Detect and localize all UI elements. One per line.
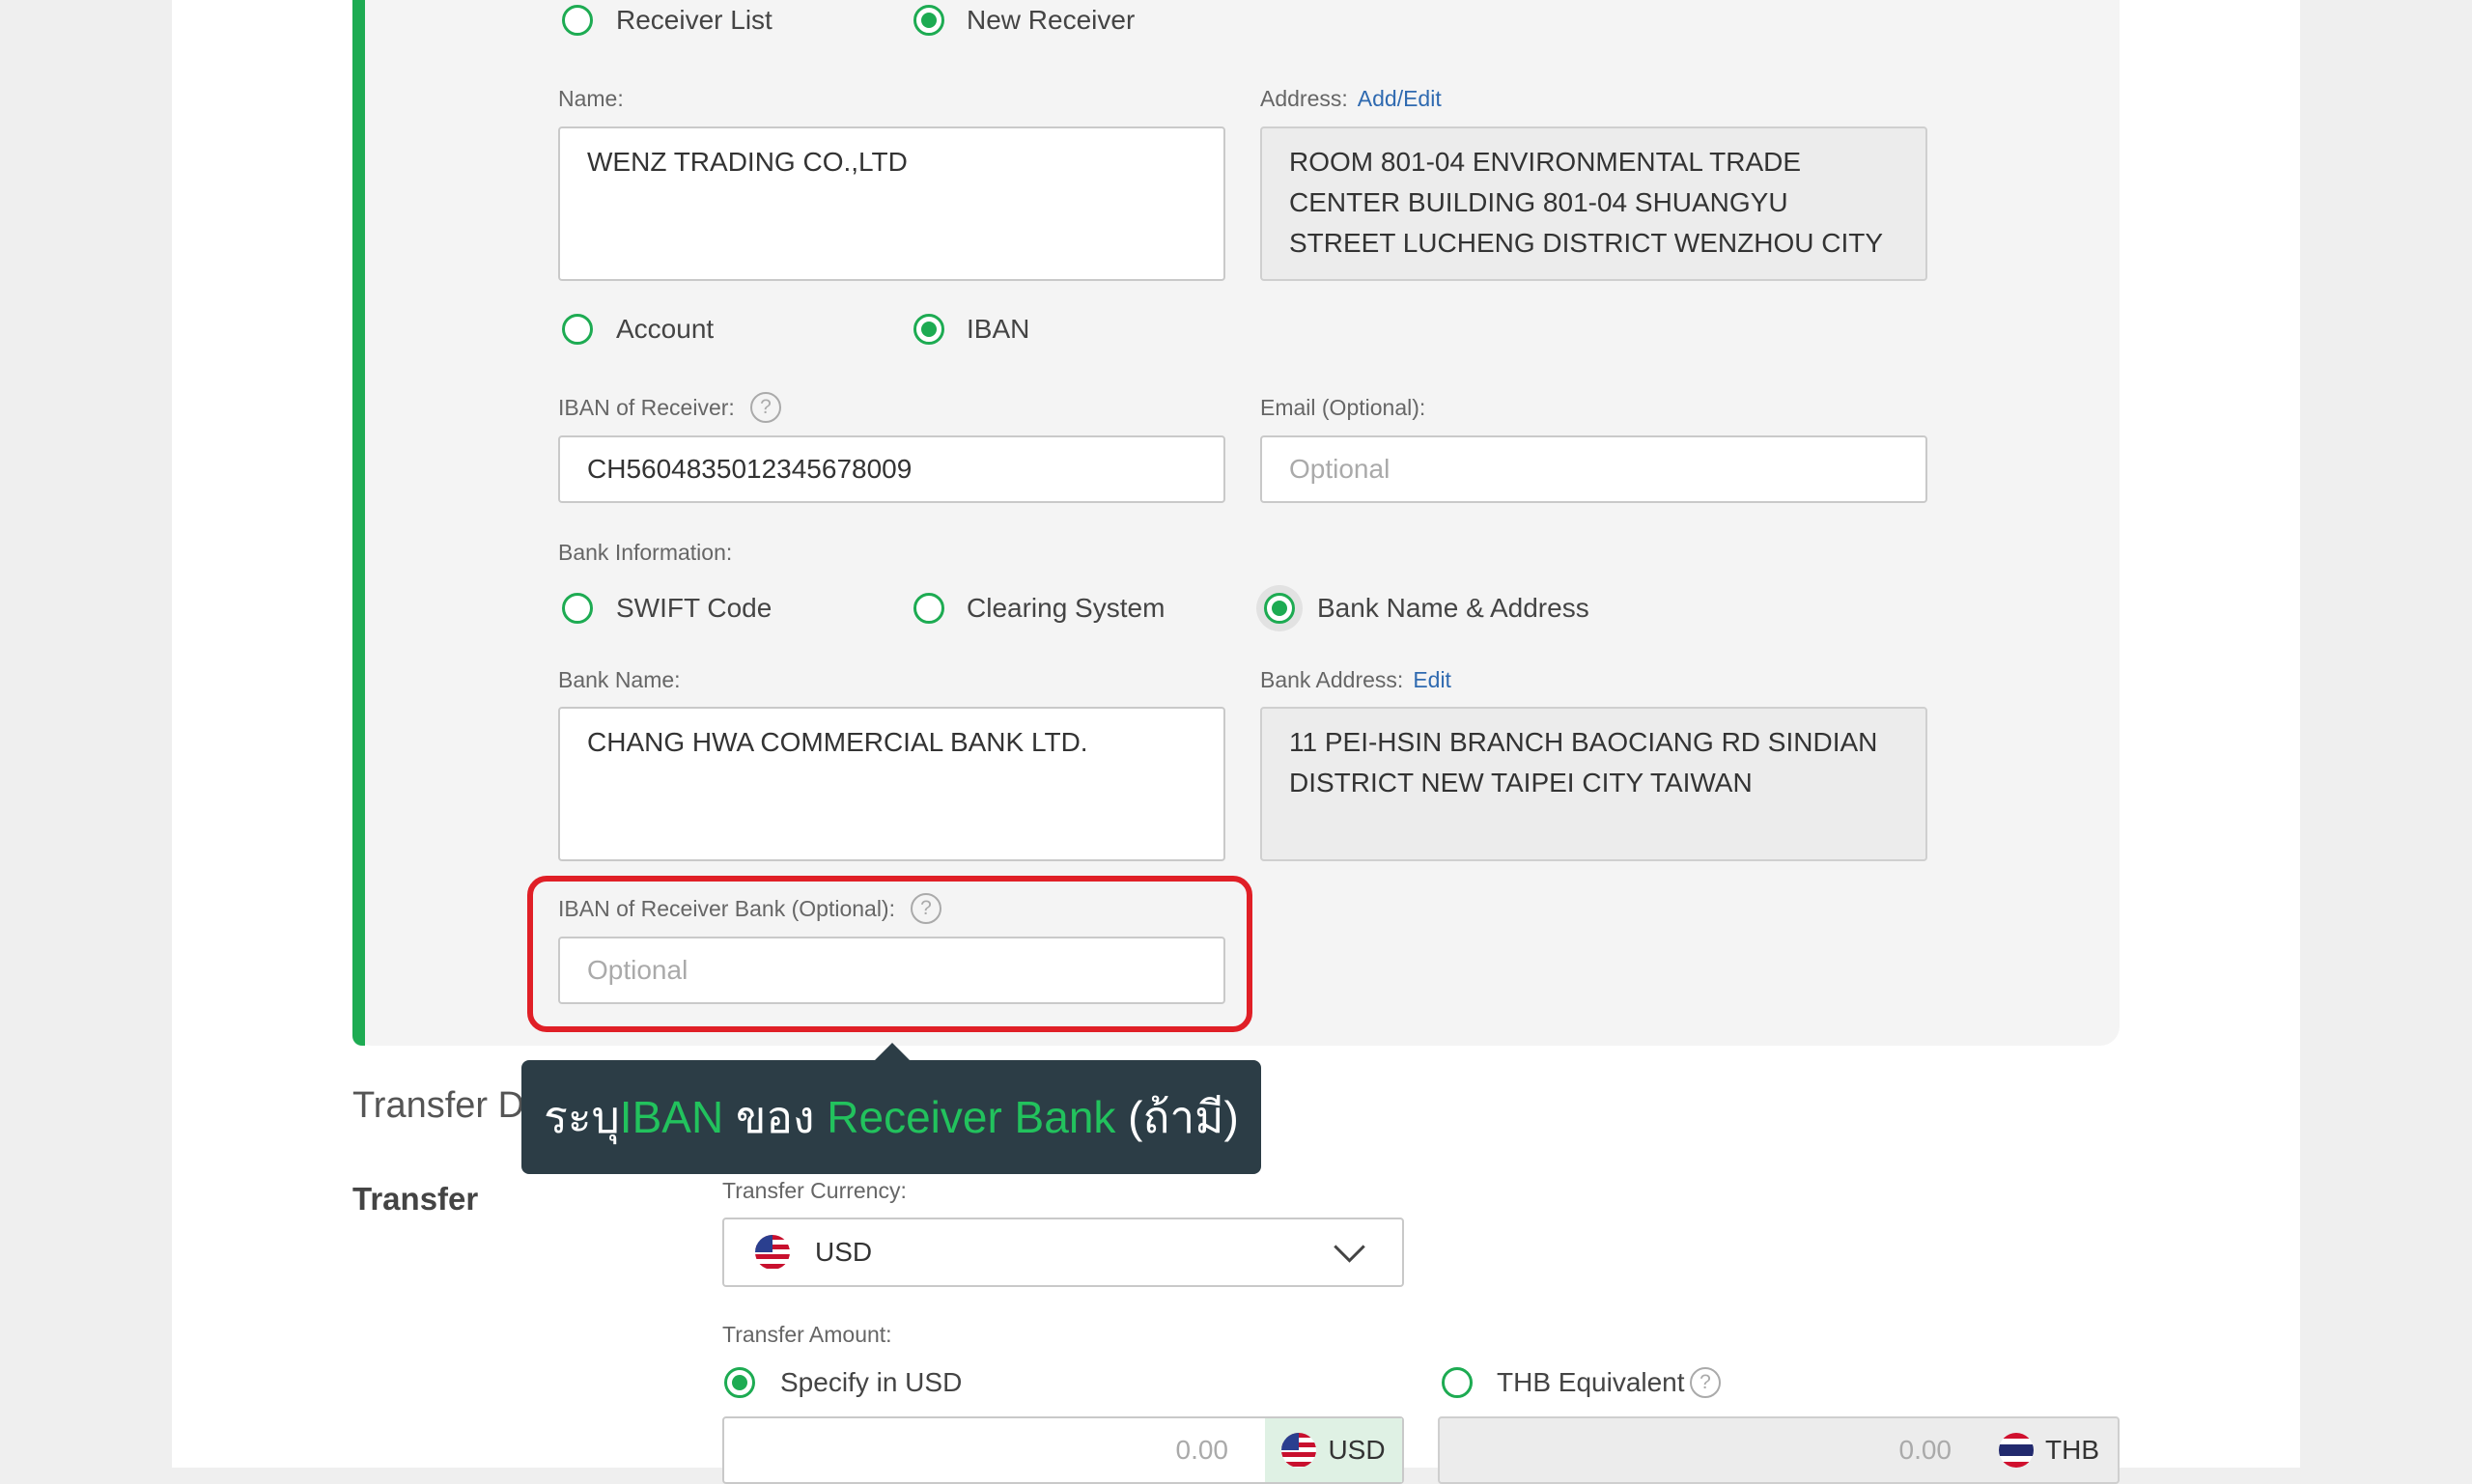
clearing-system-label: Clearing System xyxy=(967,593,1166,623)
bank-address-line: DISTRICT NEW TAIPEI CITY TAIWAN xyxy=(1289,768,1753,798)
us-flag-icon xyxy=(755,1235,790,1270)
amount-thb-field: 0.00 THB xyxy=(1438,1416,2120,1484)
bank-address-line: 11 PEI-HSIN BRANCH BAOCIANG RD SINDIAN xyxy=(1289,727,1878,757)
help-icon[interactable]: ? xyxy=(1690,1367,1721,1398)
annotation-tooltip: ระบุ IBAN ของ Receiver Bank (ถ้ามี) xyxy=(521,1060,1261,1174)
email-field[interactable]: Optional xyxy=(1260,435,1927,503)
amount-thb-value: 0.00 xyxy=(1898,1435,1952,1465)
iban-label: IBAN xyxy=(967,314,1030,344)
transfer-currency-select[interactable]: USD xyxy=(722,1218,1404,1287)
thb-equivalent-label: THB Equivalent xyxy=(1497,1367,1685,1397)
address-label-row: Address: Add/Edit xyxy=(1260,85,1442,112)
iban-receiver-value: CH5604835012345678009 xyxy=(587,454,913,484)
specify-usd-radio[interactable] xyxy=(724,1367,755,1398)
tooltip-text-2: ของ xyxy=(723,1091,828,1142)
transfer-currency-value: USD xyxy=(815,1237,873,1267)
transfer-details-heading: Transfer D xyxy=(352,1085,525,1126)
account-radio[interactable] xyxy=(562,314,593,345)
address-line: STREET LUCHENG DISTRICT WENZHOU CITY xyxy=(1289,228,1884,258)
receiver-list-label: Receiver List xyxy=(616,5,772,35)
tooltip-text-3: (ถ้ามี) xyxy=(1115,1091,1239,1142)
chevron-down-icon xyxy=(1334,1231,1365,1263)
name-label: Name: xyxy=(558,86,624,111)
amount-usd-currency-tag: USD xyxy=(1265,1418,1402,1482)
transfer-subheading: Transfer xyxy=(352,1181,479,1217)
bank-name-value: CHANG HWA COMMERCIAL BANK LTD. xyxy=(587,727,1088,757)
bank-name-address-label: Bank Name & Address xyxy=(1317,593,1589,623)
new-receiver-label: New Receiver xyxy=(967,5,1136,35)
name-value: WENZ TRADING CO.,LTD xyxy=(587,147,908,177)
iban-radio[interactable] xyxy=(913,314,944,345)
amount-usd-currency: USD xyxy=(1328,1435,1386,1465)
amount-thb-currency-tag: THB xyxy=(1980,1418,2118,1482)
clearing-system-radio[interactable] xyxy=(913,593,944,624)
us-flag-icon xyxy=(1281,1433,1317,1468)
bank-address-edit-link[interactable]: Edit xyxy=(1413,667,1451,692)
transfer-amount-label: Transfer Amount: xyxy=(722,1322,892,1347)
transfer-currency-label: Transfer Currency: xyxy=(722,1178,907,1203)
tooltip-highlight-receiver-bank: Receiver Bank xyxy=(827,1092,1116,1142)
new-receiver-radio[interactable] xyxy=(913,5,944,36)
email-label: Email (Optional): xyxy=(1260,395,1426,420)
tooltip-text-1: ระบุ xyxy=(544,1091,620,1142)
address-label: Address: xyxy=(1260,86,1348,111)
th-flag-icon xyxy=(1999,1433,2034,1468)
address-field: ROOM 801-04 ENVIRONMENTAL TRADE CENTER B… xyxy=(1260,126,1927,281)
section-accent-bar xyxy=(352,0,365,1046)
address-add-edit-link[interactable]: Add/Edit xyxy=(1358,86,1442,111)
iban-receiver-field[interactable]: CH5604835012345678009 xyxy=(558,435,1225,503)
swift-code-radio[interactable] xyxy=(562,593,593,624)
name-field[interactable]: WENZ TRADING CO.,LTD xyxy=(558,126,1225,281)
bank-info-label: Bank Information: xyxy=(558,540,733,565)
highlight-frame xyxy=(527,876,1252,1032)
amount-usd-field[interactable]: 0.00 USD xyxy=(722,1416,1404,1484)
receiver-list-radio[interactable] xyxy=(562,5,593,36)
account-label: Account xyxy=(616,314,715,344)
bank-address-field: 11 PEI-HSIN BRANCH BAOCIANG RD SINDIAN D… xyxy=(1260,707,1927,861)
bank-address-label-row: Bank Address: Edit xyxy=(1260,666,1451,693)
bank-name-label: Bank Name: xyxy=(558,667,681,692)
bank-name-address-radio[interactable] xyxy=(1264,593,1295,624)
tooltip-highlight-iban: IBAN xyxy=(619,1092,724,1142)
amount-usd-value: 0.00 xyxy=(1175,1435,1229,1465)
bank-address-label: Bank Address: xyxy=(1260,667,1404,692)
address-line: ROOM 801-04 ENVIRONMENTAL TRADE xyxy=(1289,147,1802,177)
iban-receiver-label: IBAN of Receiver: xyxy=(558,395,735,420)
help-icon[interactable]: ? xyxy=(750,392,781,423)
swift-code-label: SWIFT Code xyxy=(616,593,772,623)
address-line: CENTER BUILDING 801-04 SHUANGYU xyxy=(1289,187,1788,217)
email-placeholder: Optional xyxy=(1289,454,1390,484)
amount-thb-currency: THB xyxy=(2045,1435,2099,1465)
specify-usd-label: Specify in USD xyxy=(780,1367,963,1397)
tooltip-arrow xyxy=(875,1043,910,1060)
thb-equivalent-radio[interactable] xyxy=(1442,1367,1473,1398)
bank-name-field[interactable]: CHANG HWA COMMERCIAL BANK LTD. xyxy=(558,707,1225,861)
